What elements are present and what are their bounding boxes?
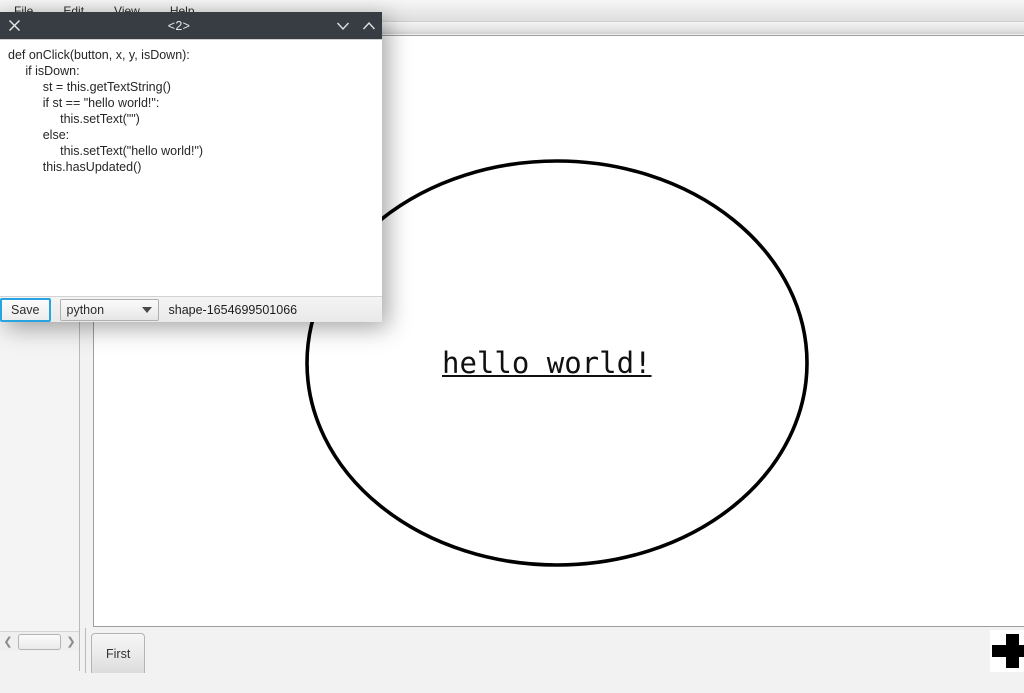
shape-label-text[interactable]: hello world! (442, 346, 652, 380)
code-line: st = this.getTextString() (8, 80, 171, 94)
code-line: this.setText("") (8, 112, 140, 126)
sidebar-horizontal-scrollbar[interactable]: ❮ ❯ (0, 631, 79, 651)
tab-first[interactable]: First (91, 633, 146, 673)
plus-icon[interactable] (990, 630, 1024, 672)
language-select[interactable]: python (59, 298, 159, 321)
save-button[interactable]: Save (0, 297, 51, 322)
tab-bar: First (85, 628, 1024, 673)
chevron-up-icon[interactable] (356, 12, 382, 39)
code-line: this.setText("hello world!") (8, 144, 204, 158)
language-select-value: python (66, 302, 105, 317)
code-line: if isDown: (8, 64, 80, 78)
code-line: if st == "hello world!": (8, 96, 160, 110)
chevron-right-icon[interactable]: ❯ (63, 633, 79, 651)
code-line: def onClick(button, x, y, isDown): (8, 48, 190, 62)
chevron-down-icon (141, 306, 152, 313)
scrollbar-thumb[interactable] (18, 633, 61, 650)
dialog-title: <2> (167, 18, 191, 33)
screen-root: File Edit View Help ❮ ❯ hello world! Fir… (0, 0, 1024, 693)
code-line: else: (8, 128, 70, 142)
dialog-toolbar: Save python shape-1654699501066 (0, 296, 382, 322)
chevron-down-icon[interactable] (330, 12, 356, 39)
shape-id-label: shape-1654699501066 (168, 302, 298, 317)
script-editor-dialog: <2> def onClick(button, x, y, isDown): i… (0, 12, 382, 322)
close-icon[interactable] (0, 12, 28, 39)
chevron-left-icon[interactable]: ❮ (0, 633, 16, 651)
bottom-status-strip (0, 673, 1024, 693)
code-line: this.hasUpdated() (8, 160, 142, 174)
dialog-title-bar[interactable]: <2> (0, 12, 382, 39)
code-editor-area[interactable]: def onClick(button, x, y, isDown): if is… (0, 39, 382, 296)
